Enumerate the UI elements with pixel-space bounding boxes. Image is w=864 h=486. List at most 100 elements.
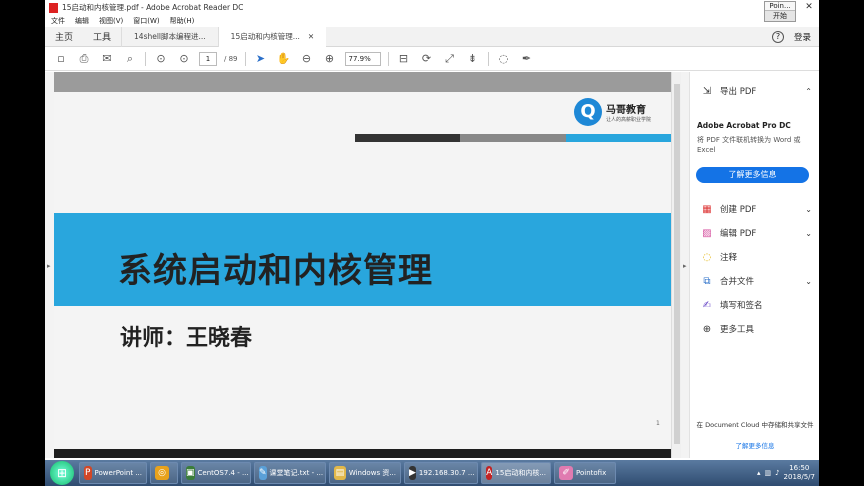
scroll-thumb[interactable]	[674, 84, 680, 444]
export-pdf-row[interactable]: ⇲ 导出 PDF ⌃	[700, 85, 812, 98]
left-panel-toggle[interactable]: ▸	[45, 72, 54, 458]
tool-fill-sign[interactable]: ✍ 填写和签名	[700, 299, 812, 312]
tool-label: 注释	[720, 253, 738, 263]
magedu-logo: Q 马哥教育 让人的高薪职业学院	[574, 98, 651, 126]
taskbar-label: CentOS7.4 - ...	[197, 469, 249, 477]
chevron-down-icon[interactable]: ⌄	[805, 229, 812, 238]
volume-icon[interactable]: ♪	[775, 469, 779, 477]
taskbar-item[interactable]: P PowerPoint ...	[79, 462, 147, 484]
hand-tool-icon[interactable]: ✋	[276, 51, 292, 67]
save-icon[interactable]: ▫	[53, 51, 69, 67]
rotate-icon[interactable]: ⟳	[419, 51, 435, 67]
tool-comment[interactable]: ◌ 注释	[700, 251, 812, 264]
collapse-right-icon[interactable]: ▸	[683, 262, 687, 270]
tray-arrow-icon[interactable]: ▴	[757, 469, 761, 477]
edit-pdf-icon: ▨	[702, 227, 712, 239]
search-icon[interactable]: ⌕	[122, 51, 138, 67]
prev-page-icon[interactable]: ⊙	[153, 51, 169, 67]
clock[interactable]: 16:50 2018/5/7	[784, 464, 815, 482]
menu-edit[interactable]: 编辑	[75, 16, 89, 26]
lecturer-name: 讲师：王晓春	[120, 326, 253, 351]
menu-help[interactable]: 帮助(H)	[170, 16, 195, 26]
separator	[145, 52, 146, 66]
separator	[387, 52, 389, 66]
menu-view[interactable]: 视图(V)	[99, 16, 123, 26]
screen-border-right	[819, 0, 864, 486]
taskbar-item[interactable]: ▶ 192.168.30.7 ...	[404, 462, 478, 484]
previous-page-edge	[54, 72, 671, 92]
slide-title: 系统启动和内核管理	[118, 251, 433, 291]
pointofix-icon: ✐	[559, 466, 573, 480]
sign-pen-icon[interactable]: ✒	[519, 51, 535, 67]
tool-more-tools[interactable]: ⊕ 更多工具	[700, 323, 812, 336]
document-view[interactable]: Q 马哥教育 让人的高薪职业学院 系统启动和内核管理 讲师：王晓春 1	[54, 72, 671, 458]
menu-window[interactable]: 窗口(W)	[133, 16, 159, 26]
taskbar-item[interactable]: ▤ Windows 资...	[329, 462, 401, 484]
tool-label: 合并文件	[720, 277, 755, 287]
screen-border-left	[0, 0, 45, 486]
taskbar-label: Pointofix	[576, 469, 607, 477]
full-screen-icon[interactable]: ⤢	[442, 51, 458, 67]
learn-more-button[interactable]: 了解更多信息	[696, 167, 809, 183]
separator	[487, 52, 489, 66]
next-page-icon[interactable]: ⊙	[176, 51, 192, 67]
chevron-up-icon[interactable]: ⌃	[805, 87, 812, 96]
select-cursor-icon[interactable]: ➤	[253, 51, 269, 67]
right-panel-toggle[interactable]: ▸	[681, 72, 689, 458]
zoom-in-icon[interactable]: ⊕	[322, 51, 338, 67]
taskbar-item-active[interactable]: A 15启动和内核...	[481, 462, 551, 484]
chrome-icon: ◎	[155, 466, 169, 480]
close-tab-icon[interactable]: ✕	[308, 27, 314, 47]
login-button[interactable]: 登录	[794, 31, 811, 43]
tool-combine-files[interactable]: ⧉ 合并文件 ⌄	[700, 275, 812, 288]
zoom-select[interactable]: 77.9%	[344, 52, 381, 66]
document-cloud-link[interactable]: 了解更多信息	[696, 440, 814, 450]
doc-tab-active[interactable]: 15启动和内核管理... ✕	[217, 26, 327, 47]
tab-tools[interactable]: 工具	[83, 30, 121, 43]
title-banner: 系统启动和内核管理	[54, 213, 671, 306]
zoom-out-icon[interactable]: ⊖	[299, 51, 315, 67]
tool-edit-pdf[interactable]: ▨ 编辑 PDF ⌄	[700, 227, 812, 240]
page-total: / 89	[224, 55, 238, 63]
export-pdf-label: 导出 PDF	[720, 87, 757, 97]
taskbar-item[interactable]: ▣ CentOS7.4 - ...	[181, 462, 251, 484]
next-page-edge	[54, 449, 671, 458]
doc-tab-label: 15启动和内核管理...	[230, 31, 300, 41]
logo-tagline: 让人的高薪职业学院	[606, 117, 652, 123]
taskbar-item[interactable]: ◎	[150, 462, 178, 484]
print-icon[interactable]: ⎙	[76, 51, 92, 67]
doc-tab[interactable]: 14shell脚本编程进...	[121, 26, 218, 47]
fill-sign-icon: ✍	[702, 299, 712, 311]
comment-icon[interactable]: ◌	[496, 51, 512, 67]
tool-create-pdf[interactable]: ▦ 创建 PDF ⌄	[700, 203, 812, 216]
document-scrollbar[interactable]	[671, 72, 681, 458]
network-icon[interactable]: ▥	[764, 469, 771, 477]
help-icon[interactable]: ?	[771, 30, 784, 43]
email-icon[interactable]: ✉	[99, 51, 115, 67]
header-stripe	[355, 134, 671, 142]
chevron-down-icon[interactable]: ⌄	[805, 205, 812, 214]
notepad-icon: ✎	[259, 466, 267, 480]
taskbar-label: Windows 资...	[348, 469, 396, 477]
tab-bar: 主页 工具 14shell脚本编程进... 15启动和内核管理... ✕ ? 登…	[45, 26, 819, 47]
taskbar-item[interactable]: ✎ 课堂笔记.txt - ...	[254, 462, 326, 484]
taskbar: ⊞ P PowerPoint ... ◎ ▣ CentOS7.4 - ... ✎ 课堂…	[45, 460, 819, 486]
powerpoint-icon: P	[84, 466, 92, 480]
clock-date: 2018/5/7	[783, 473, 815, 481]
vm-icon: ▣	[186, 466, 195, 480]
fit-page-icon[interactable]: ⊟	[396, 51, 412, 67]
chevron-down-icon[interactable]: ⌄	[805, 277, 812, 286]
tools-pane: ⇲ 导出 PDF ⌃ Adobe Acrobat Pro DC 将 PDF 文件…	[689, 72, 819, 458]
explorer-icon: ▤	[334, 466, 346, 480]
separator	[244, 52, 246, 66]
taskbar-item[interactable]: ✐ Pointofix	[554, 462, 616, 484]
scroll-mode-icon[interactable]: ⇟	[465, 51, 481, 67]
menu-bar: 文件 编辑 视图(V) 窗口(W) 帮助(H)	[45, 15, 819, 27]
close-button[interactable]: ✕	[802, 1, 816, 13]
menu-file[interactable]: 文件	[51, 16, 65, 26]
start-button[interactable]: ⊞	[50, 461, 74, 485]
page-number-input[interactable]: 1	[199, 52, 217, 66]
taskbar-label: 192.168.30.7 ...	[418, 469, 475, 477]
expand-left-icon[interactable]: ▸	[47, 262, 51, 270]
tab-home[interactable]: 主页	[45, 30, 83, 43]
